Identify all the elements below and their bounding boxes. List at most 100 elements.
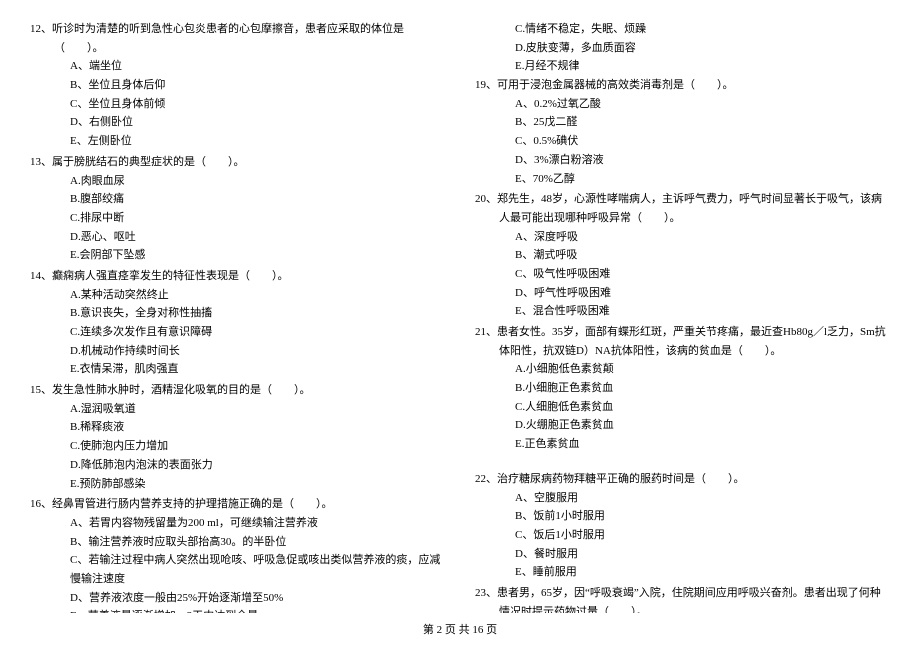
answer-option: C.排尿中断	[30, 209, 445, 228]
question-text: 12、听诊时为清楚的听到急性心包炎患者的心包摩擦音，患者应采取的体位是（ ）。	[30, 20, 445, 57]
option-label: B.	[70, 193, 80, 205]
option-label: A、	[515, 98, 534, 110]
answer-option: A.湿润吸氧道	[30, 400, 445, 419]
answer-option: C.人细胞低色素贫血	[475, 398, 890, 417]
option-label: C.	[515, 401, 525, 413]
option-label: C.	[70, 440, 80, 452]
option-text: 使肺泡内压力增加	[80, 440, 168, 452]
option-label: D、	[515, 548, 534, 560]
answer-option: C、饭后1小时服用	[475, 526, 890, 545]
answer-option: A、空腹服用	[475, 489, 890, 508]
answer-option: A、深度呼吸	[475, 228, 890, 247]
answer-option: A.肉眼血尿	[30, 172, 445, 191]
option-label: B、	[70, 536, 88, 548]
option-text: 湿润吸氧道	[81, 403, 136, 415]
answer-option: D、呼气性呼吸困难	[475, 284, 890, 303]
question-block: 21、患者女性。35岁，面部有蝶形红斑，严重关节疼痛，最近查Hb80g／l乏力，…	[475, 323, 890, 468]
answer-option: E、70%乙醇	[475, 170, 890, 189]
option-text: 坐位且身体后仰	[88, 79, 165, 91]
answer-option: D、右侧卧位	[30, 113, 445, 132]
option-text: 机械动作持续时间长	[81, 345, 180, 357]
answer-option: C、0.5%碘伏	[475, 132, 890, 151]
option-text: 火绷胞正色素贫血	[526, 419, 614, 431]
option-text: 意识丧失，全身对称性抽搐	[80, 307, 212, 319]
option-label: B.	[70, 307, 80, 319]
option-text: 70%乙醇	[533, 173, 575, 185]
option-label: A、	[70, 60, 89, 72]
question-block: 23、患者男，65岁，因“呼吸衰竭”入院，住院期间应用呼吸兴奋剂。患者出现了何种…	[475, 584, 890, 613]
option-text: 营养液浓度一般由25%开始逐渐增至50%	[89, 592, 283, 604]
answer-option: A.某种活动突然终止	[30, 286, 445, 305]
question-block: 19、可用于浸泡金属器械的高效类消毒剂是（ ）。 A、0.2%过氧乙酸 B、25戊二…	[475, 76, 890, 188]
option-text: 小细胞正色素贫血	[525, 382, 613, 394]
answer-option: D.恶心、呕吐	[30, 228, 445, 247]
option-text: 0.5%碘伏	[533, 135, 578, 147]
answer-option: C.连续多次发作且有意识障碍	[30, 323, 445, 342]
answer-option: E、左侧卧位	[30, 132, 445, 151]
answer-option: B、潮式呼吸	[475, 246, 890, 265]
answer-option: D.机械动作持续时间长	[30, 342, 445, 361]
option-label: E、	[70, 135, 88, 147]
option-text: 3%漂白粉溶液	[534, 154, 604, 166]
option-text: 25戊二醛	[533, 116, 577, 128]
option-text: 睡前服用	[533, 566, 577, 578]
page-number: 第 2 页 共 16 页	[423, 624, 497, 636]
option-label: D.	[70, 231, 81, 243]
option-text: 降低肺泡内泡沫的表面张力	[81, 459, 213, 471]
option-text: 肉眼血尿	[81, 175, 125, 187]
answer-option: C.情绪不稳定，失眠、烦躁	[475, 20, 890, 39]
answer-option: C、坐位且身体前倾	[30, 95, 445, 114]
option-label: D.	[515, 419, 526, 431]
answer-option: B.意识丧失，全身对称性抽搐	[30, 304, 445, 323]
answer-option: D.火绷胞正色素贫血	[475, 416, 890, 435]
answer-option: D、营养液浓度一般由25%开始逐渐增至50%	[30, 589, 445, 608]
question-block: 20、郑先生，48岁，心源性哮喘病人，主诉呼气费力，呼气时间显著长于吸气，该病人…	[475, 190, 890, 321]
option-label: E、	[515, 173, 533, 185]
answer-option: E.正色素贫血	[475, 435, 890, 454]
question-text: 13、属于膀胱结石的典型症状的是（ ）。	[30, 153, 445, 172]
answer-option: B、坐位且身体后仰	[30, 76, 445, 95]
column-left: 12、听诊时为清楚的听到急性心包炎患者的心包摩擦音，患者应采取的体位是（ ）。 A…	[30, 20, 445, 613]
option-text: 0.2%过氧乙酸	[534, 98, 601, 110]
option-text: 若胃内容物残留量为200 ml，可继续输注营养液	[89, 517, 318, 529]
option-text: 右侧卧位	[89, 116, 133, 128]
option-label: A、	[515, 492, 534, 504]
option-label: D.	[70, 345, 81, 357]
question-block: 16、经鼻胃管进行肠内营养支持的护理措施正确的是（ ）。A、若胃内容物残留量为2…	[30, 495, 445, 613]
option-label: A、	[70, 517, 89, 529]
option-text: 排尿中断	[80, 212, 124, 224]
option-text: 会阴部下坠感	[79, 249, 145, 261]
option-label: C.	[515, 23, 525, 35]
answer-option: E.衣情呆滞，肌肉强直	[30, 360, 445, 379]
spacer	[475, 454, 890, 468]
option-text: 端坐位	[89, 60, 122, 72]
option-text: 坐位且身体前倾	[88, 98, 165, 110]
option-label: C、	[70, 98, 88, 110]
question-text: 22、治疗糖尿病药物拜糖平正确的服药时间是（ ）。	[475, 470, 890, 489]
option-label: C.	[70, 326, 80, 338]
option-text: 正色素贫血	[524, 438, 579, 450]
option-text: 吸气性呼吸困难	[533, 268, 610, 280]
option-text: 预防肺部感染	[79, 478, 145, 490]
option-label: B、	[515, 249, 533, 261]
option-text: 空腹服用	[534, 492, 578, 504]
column-right: C.情绪不稳定，失眠、烦躁D.皮肤变薄，多血质面容E.月经不规律19、可用于浸泡…	[475, 20, 890, 613]
question-block: 14、癫痫病人强直痉挛发生的特征性表现是（ ）。A.某种活动突然终止B.意识丧失…	[30, 267, 445, 379]
answer-option: D、餐时服用	[475, 545, 890, 564]
answer-option: E.月经不规律	[475, 57, 890, 76]
answer-option: E.会阴部下坠感	[30, 246, 445, 265]
option-label: D.	[70, 459, 81, 471]
question-text: 19、可用于浸泡金属器械的高效类消毒剂是（ ）。	[475, 76, 890, 95]
option-label: B、	[515, 510, 533, 522]
option-text: 若输注过程中病人突然出现呛咳、呼吸急促或咳出类似营养液的痰，应减慢输注速度	[70, 554, 440, 585]
answer-option: B、输注营养液时应取头部抬高30。的半卧位	[30, 533, 445, 552]
question-text: 21、患者女性。35岁，面部有蝶形红斑，严重关节疼痛，最近查Hb80g／l乏力，…	[475, 323, 890, 360]
option-text: 人细胞低色素贫血	[525, 401, 613, 413]
option-text: 小细胞低色素贫颠	[526, 363, 614, 375]
answer-option: D.降低肺泡内泡沫的表面张力	[30, 456, 445, 475]
option-text: 饭前1小时服用	[533, 510, 605, 522]
question-block: 22、治疗糖尿病药物拜糖平正确的服药时间是（ ）。A、空腹服用B、饭前1小时服用…	[475, 470, 890, 582]
option-text: 左侧卧位	[88, 135, 132, 147]
answer-option: B、25戊二醛	[475, 113, 890, 132]
answer-option: C、若输注过程中病人突然出现呛咳、呼吸急促或咳出类似营养液的痰，应减慢输注速度	[30, 551, 445, 588]
